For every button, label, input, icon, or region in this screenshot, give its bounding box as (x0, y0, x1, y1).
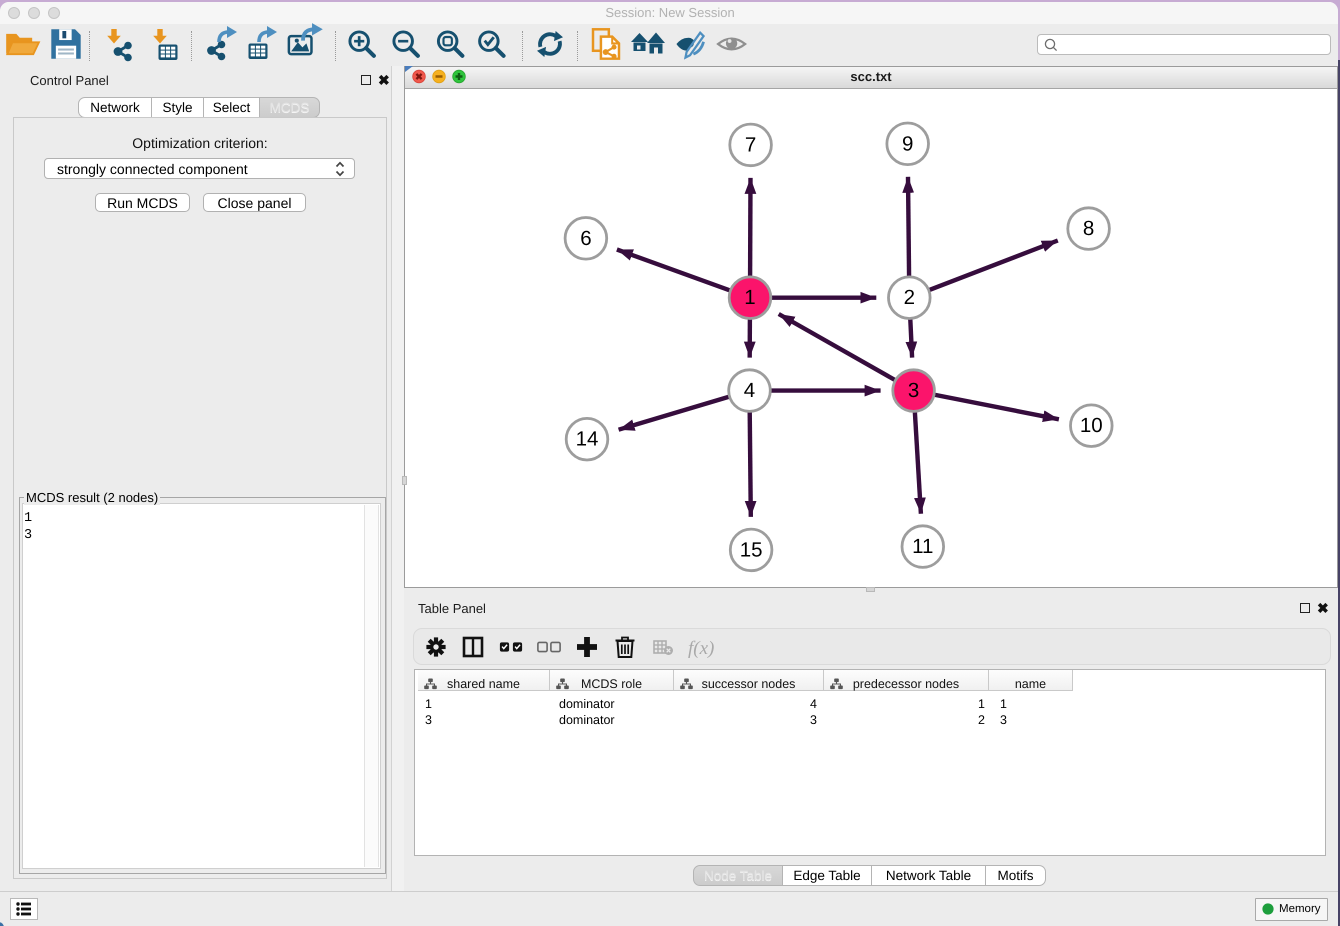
svg-text:14: 14 (576, 428, 599, 451)
svg-text:6: 6 (580, 227, 591, 250)
svg-text:2: 2 (904, 286, 915, 309)
svg-text:3: 3 (908, 379, 919, 402)
svg-text:1: 1 (744, 286, 755, 309)
svg-text:f(x): f(x) (688, 638, 714, 659)
svg-text:4: 4 (744, 379, 755, 402)
svg-text:15: 15 (740, 538, 763, 561)
svg-text:9: 9 (902, 132, 913, 155)
svg-text:11: 11 (912, 535, 933, 558)
svg-text:7: 7 (745, 133, 756, 156)
svg-text:10: 10 (1080, 414, 1103, 437)
svg-text:8: 8 (1083, 217, 1094, 240)
